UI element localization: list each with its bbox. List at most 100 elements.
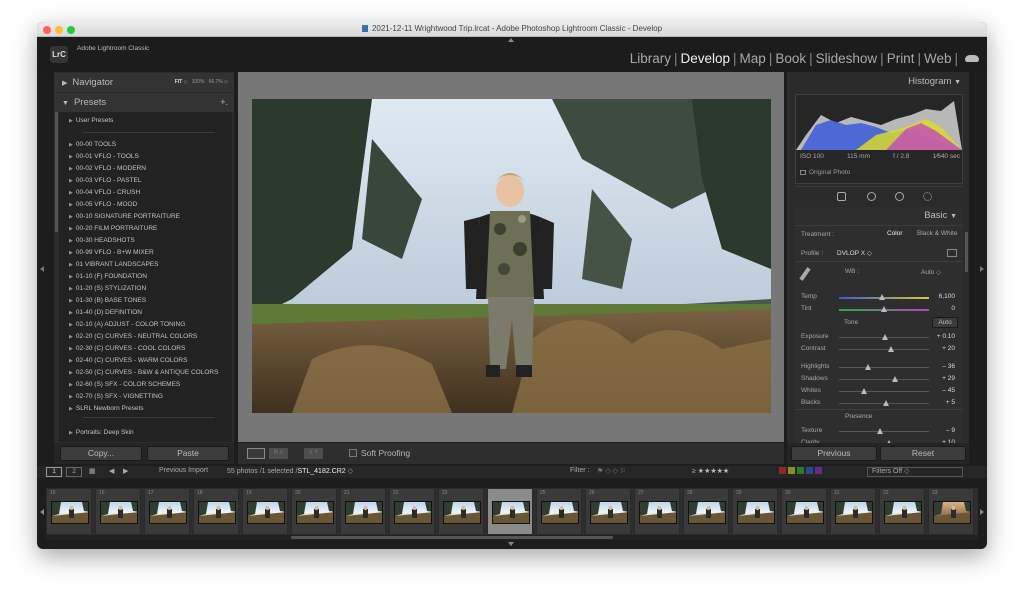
filmstrip-cell[interactable]: 30 [781, 488, 827, 535]
slider-value[interactable]: + 0.10 [937, 333, 955, 340]
main-window-button[interactable]: 1 [46, 467, 62, 477]
slider-thumb[interactable] [861, 388, 868, 394]
filmstrip-cell[interactable]: 19 [242, 488, 288, 535]
filmstrip-cell[interactable]: 22 [389, 488, 435, 535]
slider-shadows[interactable] [839, 376, 929, 382]
cloud-icon[interactable] [965, 55, 979, 62]
red-eye-icon[interactable] [895, 192, 904, 201]
treatment-bw-option[interactable]: Black & White [917, 230, 957, 237]
slider-thumb[interactable] [888, 346, 895, 352]
filmstrip-scrollbar[interactable] [46, 535, 978, 540]
slider-thumb[interactable] [882, 400, 889, 406]
original-photo-toggle[interactable]: Original Photo [800, 169, 850, 176]
preset-folder[interactable]: ▶ SLRL Newborn Presets [69, 405, 144, 412]
right-panel-toggle-icon[interactable] [980, 266, 984, 272]
previous-button[interactable]: Previous [791, 446, 877, 461]
profile-dropdown[interactable]: DVLOP X ◇ [837, 249, 872, 257]
preset-folder[interactable]: ▶ 01 VIBRANT LANDSCAPES [69, 261, 158, 268]
module-book[interactable]: Book [775, 51, 806, 66]
preset-folder[interactable]: ▶ Portraits: Deep Skin [69, 429, 134, 436]
copy-button[interactable]: Copy... [60, 446, 142, 461]
preset-folder[interactable]: ▶ 01-40 (D) DEFINITION [69, 309, 142, 316]
paste-button[interactable]: Paste [147, 446, 229, 461]
slider-value[interactable]: + 29 [942, 375, 955, 382]
presets-header[interactable]: ▼ Presets +. [54, 93, 234, 112]
module-map[interactable]: Map [740, 51, 766, 66]
rating-filter[interactable]: ≥ ★★★★★ [692, 467, 729, 475]
slider-temp[interactable] [839, 294, 929, 300]
module-library[interactable]: Library [630, 51, 671, 66]
top-panel-toggle-icon[interactable] [508, 38, 514, 42]
preset-folder[interactable]: ▶ 00-20 FILM PORTRAITURE [69, 225, 157, 232]
before-after-button[interactable]: R A [269, 448, 288, 459]
histogram-header[interactable]: Histogram ▼ [908, 76, 961, 87]
preset-folder[interactable]: ▶ 01-30 (B) BASE TONES [69, 297, 146, 304]
filmstrip-cell[interactable]: 27 [634, 488, 680, 535]
slider-tint[interactable] [839, 306, 929, 312]
filmstrip-cell[interactable]: 32 [879, 488, 925, 535]
slider-thumb[interactable] [879, 294, 886, 300]
preset-folder[interactable]: ▶ 00-99 VFLO - B+W MIXER [69, 249, 154, 256]
slider-thumb[interactable] [891, 376, 898, 382]
before-after-swap-button[interactable]: X Y [304, 448, 323, 459]
filmstrip-cell[interactable]: 26 [585, 488, 631, 535]
slider-thumb[interactable] [864, 364, 871, 370]
filmstrip-cell[interactable]: 20 [291, 488, 337, 535]
preset-folder[interactable]: ▶ 01-10 (F) FOUNDATION [69, 273, 147, 280]
preset-folder[interactable]: ▶ 00-04 VFLO - CRUSH [69, 189, 140, 196]
filters-dropdown[interactable]: Filters Off ◇ [867, 467, 963, 477]
slider-whites[interactable] [839, 388, 929, 394]
main-photo[interactable] [252, 99, 771, 413]
grid-view-icon[interactable]: ▦ [89, 467, 96, 475]
source-label[interactable]: Previous Import [159, 467, 208, 474]
crop-icon[interactable] [837, 192, 846, 201]
preset-folder[interactable]: ▶ User Presets [69, 117, 113, 124]
slider-texture[interactable] [839, 428, 929, 434]
filmstrip-cell[interactable]: 29 [732, 488, 778, 535]
preset-folder[interactable]: ▶ 00-02 VFLO - MODERN [69, 165, 146, 172]
right-panel-scrollbar[interactable] [965, 232, 968, 272]
slider-value[interactable]: – 9 [946, 427, 955, 434]
filmstrip-cell[interactable]: 33 [928, 488, 974, 535]
slider-highlights[interactable] [839, 364, 929, 370]
tone-auto-button[interactable]: Auto [932, 317, 958, 328]
navigator-header[interactable]: ▶ Navigator FIT ◇ 100% 66.7% ◇ [54, 73, 234, 92]
slider-value[interactable]: + 20 [942, 345, 955, 352]
filmstrip-cell[interactable]: 15 [46, 488, 92, 535]
forward-arrow-icon[interactable]: ▶ [123, 467, 128, 475]
preset-folder[interactable]: ▶ 02-70 (S) SFX - VIGNETTING [69, 393, 163, 400]
flag-filter-icons[interactable]: ⚑ ◇ ◇ ⚐ [597, 467, 626, 475]
module-slideshow[interactable]: Slideshow [816, 51, 878, 66]
slider-blacks[interactable] [839, 400, 929, 406]
filmstrip-scroll-left-icon[interactable] [40, 509, 44, 515]
secondary-window-button[interactable]: 2 [66, 467, 82, 477]
module-develop[interactable]: Develop [681, 51, 731, 66]
filmstrip-scroll-right-icon[interactable] [980, 509, 984, 515]
left-panel-toggle-icon[interactable] [40, 266, 44, 272]
preset-folder[interactable]: ▶ 02-10 (A) ADJUST - COLOR TONING [69, 321, 185, 328]
loupe-view-button[interactable] [247, 448, 265, 459]
preset-folder[interactable]: ▶ 00-01 VFLO - TOOLS [69, 153, 139, 160]
soft-proofing-checkbox[interactable] [349, 449, 357, 457]
slider-thumb[interactable] [881, 306, 887, 312]
preset-folder[interactable]: ▶ 00-30 HEADSHOTS [69, 237, 135, 244]
basic-header[interactable]: Basic ▼ [924, 210, 957, 221]
filmstrip-cell[interactable]: 31 [830, 488, 876, 535]
preset-folder[interactable]: ▶ 02-50 (C) CURVES - B&W & ANTIQUE COLORS [69, 369, 218, 376]
filmstrip-cell[interactable]: 17 [144, 488, 190, 535]
module-web[interactable]: Web [924, 51, 952, 66]
preset-folder[interactable]: ▶ 00-03 VFLO - PASTEL [69, 177, 142, 184]
filmstrip-cell[interactable]: 28 [683, 488, 729, 535]
spot-removal-icon[interactable] [867, 192, 876, 201]
preset-folder[interactable]: ▶ 00-05 VFLO - MOOD [69, 201, 137, 208]
slider-thumb[interactable] [877, 428, 884, 434]
preset-folder[interactable]: ▶ 02-60 (S) SFX - COLOR SCHEMES [69, 381, 180, 388]
filmstrip-cell[interactable]: 25 [536, 488, 582, 535]
bottom-panel-toggle-icon[interactable] [508, 542, 514, 546]
slider-value[interactable]: + 5 [946, 399, 955, 406]
preset-folder[interactable]: ▶ 02-40 (C) CURVES - WARM COLORS [69, 357, 187, 364]
panel-scrollbar[interactable] [55, 112, 58, 232]
preset-folder[interactable]: ▶ 01-20 (S) STYLIZATION [69, 285, 146, 292]
treatment-color-option[interactable]: Color [887, 230, 903, 237]
slider-value[interactable]: 0 [951, 305, 955, 312]
